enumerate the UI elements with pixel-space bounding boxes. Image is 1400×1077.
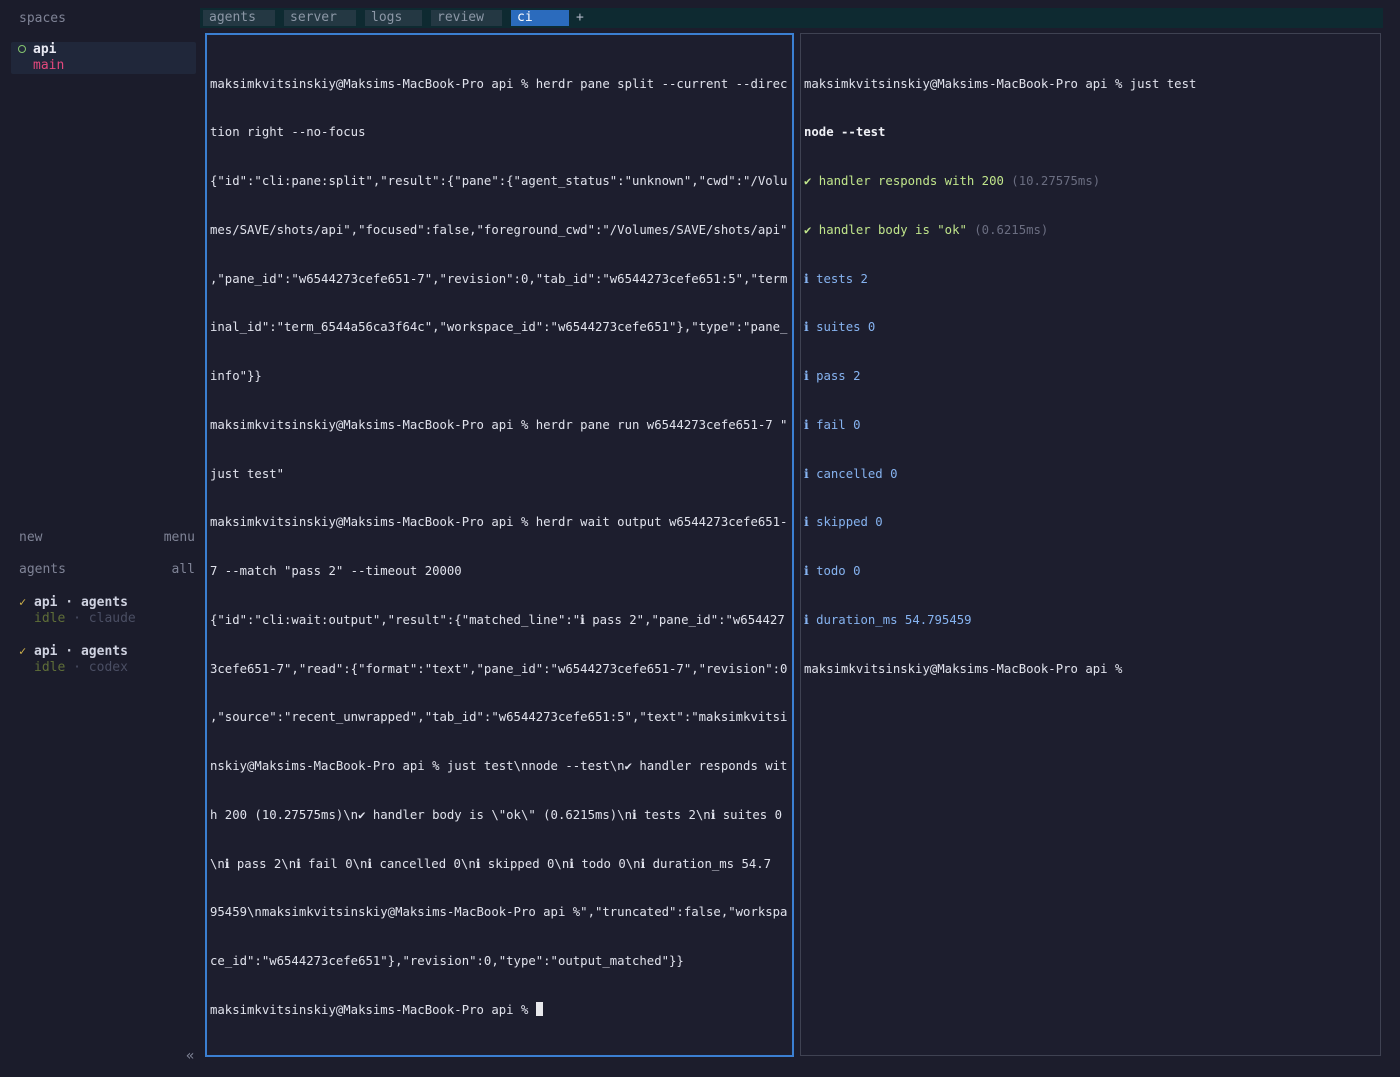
- test-info-line: ℹ pass 2: [804, 369, 861, 383]
- terminal-line: 95459\nmaksimkvitsinskiy@Maksims-MacBook…: [210, 905, 788, 920]
- test-duration: (0.6215ms): [974, 222, 1049, 237]
- test-info-line: ℹ suites 0: [804, 320, 876, 335]
- terminal-command-line: maksimkvitsinskiy@Maksims-MacBook-Pro ap…: [804, 76, 1197, 91]
- space-status-dot-icon: [18, 45, 26, 53]
- test-info-line: ℹ fail 0: [804, 417, 861, 432]
- terminal-line: {"id":"cli:pane:split","result":{"pane":…: [210, 174, 788, 188]
- terminal-output-left: maksimkvitsinskiy@Maksims-MacBook-Pro ap…: [210, 43, 788, 1051]
- agent-item[interactable]: ✓ api · agents idle · claude: [19, 595, 197, 629]
- terminal-line: 3cefe651-7","read":{"format":"text","pan…: [210, 661, 788, 676]
- space-name: api: [33, 42, 57, 57]
- agent-state: idle: [34, 660, 66, 675]
- tab-review[interactable]: review: [431, 10, 502, 26]
- check-icon: ✓: [19, 595, 27, 609]
- agent-tool: claude: [88, 611, 136, 626]
- agent-status: idle · claude: [34, 611, 136, 626]
- terminal-pane-left[interactable]: maksimkvitsinskiy@Maksims-MacBook-Pro ap…: [205, 33, 794, 1057]
- menu-button[interactable]: menu: [164, 530, 195, 545]
- terminal-line: nskiy@Maksims-MacBook-Pro api % just tes…: [210, 759, 788, 773]
- agent-title: api · agents: [34, 644, 128, 659]
- terminal-line: {"id":"cli:wait:output","result":{"match…: [210, 612, 785, 627]
- all-agents-button[interactable]: all: [172, 562, 195, 577]
- tab-bar: agents server logs review ci +: [200, 8, 1383, 28]
- terminal-line: mes/SAVE/shots/api","focused":false,"for…: [210, 222, 788, 237]
- test-pass-line: ✔ handler responds with 200 (10.27575ms): [804, 173, 1374, 189]
- spaces-heading: spaces: [19, 11, 66, 26]
- test-pass-text: ✔ handler responds with 200: [804, 174, 1004, 188]
- terminal-pane-right[interactable]: maksimkvitsinskiy@Maksims-MacBook-Pro ap…: [800, 33, 1381, 1056]
- agent-state: idle: [34, 611, 66, 626]
- sidebar: spaces api main new menu agents all ✓ ap…: [0, 0, 200, 1077]
- test-info-line: ℹ todo 0: [804, 564, 861, 578]
- terminal-prompt: maksimkvitsinskiy@Maksims-MacBook-Pro ap…: [804, 661, 1123, 676]
- test-runner-line: node --test: [804, 125, 886, 140]
- test-info-line: ℹ tests 2: [804, 271, 868, 286]
- add-tab-button[interactable]: +: [576, 10, 584, 26]
- terminal-line: \nℹ pass 2\nℹ fail 0\nℹ cancelled 0\nℹ s…: [210, 856, 772, 871]
- check-icon: ✓: [19, 644, 27, 658]
- terminal-line: info"}}: [210, 369, 262, 383]
- test-info-line: ℹ skipped 0: [804, 515, 883, 530]
- test-pass-line: ✔ handler body is "ok" (0.6215ms): [804, 222, 1374, 238]
- terminal-line: ce_id":"w6544273cefe651"},"revision":0,"…: [210, 954, 684, 968]
- terminal-prompt-line: maksimkvitsinskiy@Maksims-MacBook-Pro ap…: [210, 1001, 786, 1018]
- terminal-line: just test": [210, 466, 285, 481]
- terminal-line: ,"pane_id":"w6544273cefe651-7","revision…: [210, 271, 788, 286]
- tab-ci[interactable]: ci: [511, 10, 569, 26]
- terminal-line: ,"source":"recent_unwrapped","tab_id":"w…: [210, 710, 788, 725]
- agents-heading: agents: [19, 562, 66, 577]
- tab-logs[interactable]: logs: [365, 10, 422, 26]
- agent-status: idle · codex: [34, 660, 128, 675]
- test-info-line: ℹ duration_ms 54.795459: [804, 612, 972, 627]
- agent-separator: ·: [65, 660, 89, 675]
- test-info-line: ℹ cancelled 0: [804, 466, 898, 481]
- terminal-cursor: [535, 1001, 543, 1016]
- terminal-prompt: maksimkvitsinskiy@Maksims-MacBook-Pro ap…: [210, 1002, 536, 1017]
- terminal-output-right: maksimkvitsinskiy@Maksims-MacBook-Pro ap…: [804, 43, 1374, 709]
- space-branch: main: [33, 58, 65, 73]
- new-space-button[interactable]: new: [19, 530, 42, 545]
- agent-separator: ·: [65, 611, 89, 626]
- agent-title: api · agents: [34, 595, 128, 610]
- agent-item[interactable]: ✓ api · agents idle · codex: [19, 644, 197, 678]
- terminal-line: h 200 (10.27575ms)\n✔ handler body is \"…: [210, 807, 782, 822]
- app-window: spaces api main new menu agents all ✓ ap…: [0, 0, 1400, 1077]
- tab-server[interactable]: server: [284, 10, 356, 26]
- test-pass-text: ✔ handler body is "ok": [804, 222, 967, 237]
- terminal-line: maksimkvitsinskiy@Maksims-MacBook-Pro ap…: [210, 515, 788, 530]
- terminal-line: maksimkvitsinskiy@Maksims-MacBook-Pro ap…: [210, 76, 788, 91]
- test-duration: (10.27575ms): [1011, 174, 1101, 188]
- terminal-line: 7 --match "pass 2" --timeout 20000: [210, 564, 462, 578]
- agent-tool: codex: [88, 660, 128, 675]
- terminal-line: inal_id":"term_6544a56ca3f64c","workspac…: [210, 320, 788, 335]
- terminal-line: tion right --no-focus: [210, 125, 366, 140]
- collapse-sidebar-icon[interactable]: «: [186, 1048, 194, 1064]
- tab-agents[interactable]: agents: [203, 10, 275, 26]
- space-item-api[interactable]: api main: [11, 42, 196, 74]
- terminal-line: maksimkvitsinskiy@Maksims-MacBook-Pro ap…: [210, 417, 788, 432]
